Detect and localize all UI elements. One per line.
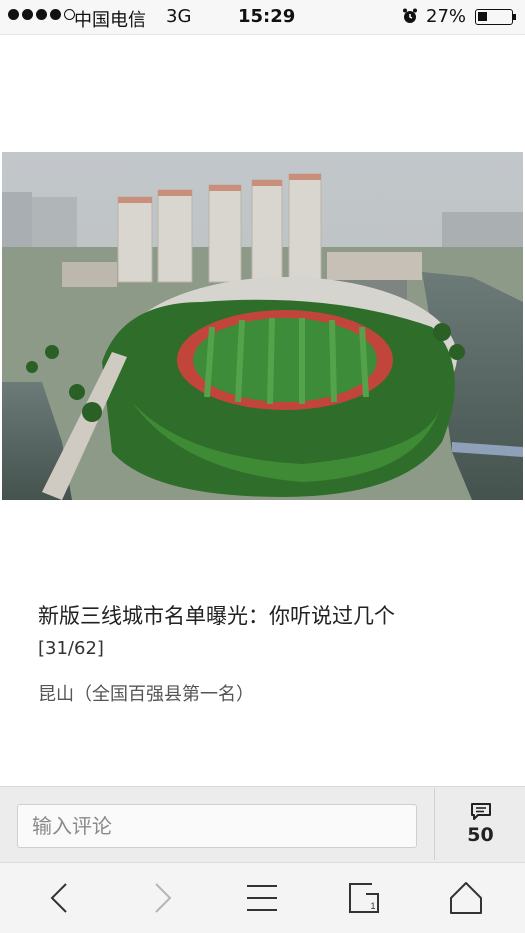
comment-divider [434,788,435,860]
tabs-icon: 1 [349,883,379,913]
network-type: 3G [166,6,192,27]
carrier-name: 中国电信 [74,10,146,31]
tabs-button[interactable]: 1 [324,863,404,933]
alarm-icon [403,8,417,23]
svg-text:1: 1 [370,901,375,911]
comment-input[interactable] [17,804,417,848]
signal-strength-icon [8,9,75,20]
photo-index: [31/62] [38,638,104,659]
city-stadium-image [2,152,523,500]
menu-button[interactable] [222,863,302,933]
home-icon [450,882,482,914]
comment-icon [470,803,491,820]
battery-percentage: 27% [426,6,467,27]
forward-icon [155,883,172,913]
browser-toolbar: 1 [0,862,525,933]
back-button[interactable] [20,863,100,933]
comment-count-button[interactable]: 50 [436,788,525,860]
menu-icon [247,885,277,911]
article-photo [2,152,523,500]
back-icon [50,883,67,913]
article-title: 新版三线城市名单曝光：你听说过几个 [38,604,395,628]
status-time: 15:29 [238,6,296,27]
photo-description: 昆山（全国百强县第一名） [38,684,254,705]
forward-button[interactable] [122,863,202,933]
comment-count: 50 [467,824,494,846]
status-bar: 中国电信 3G 15:29 27% [0,0,525,35]
home-button[interactable] [426,863,506,933]
battery-icon [475,9,516,25]
